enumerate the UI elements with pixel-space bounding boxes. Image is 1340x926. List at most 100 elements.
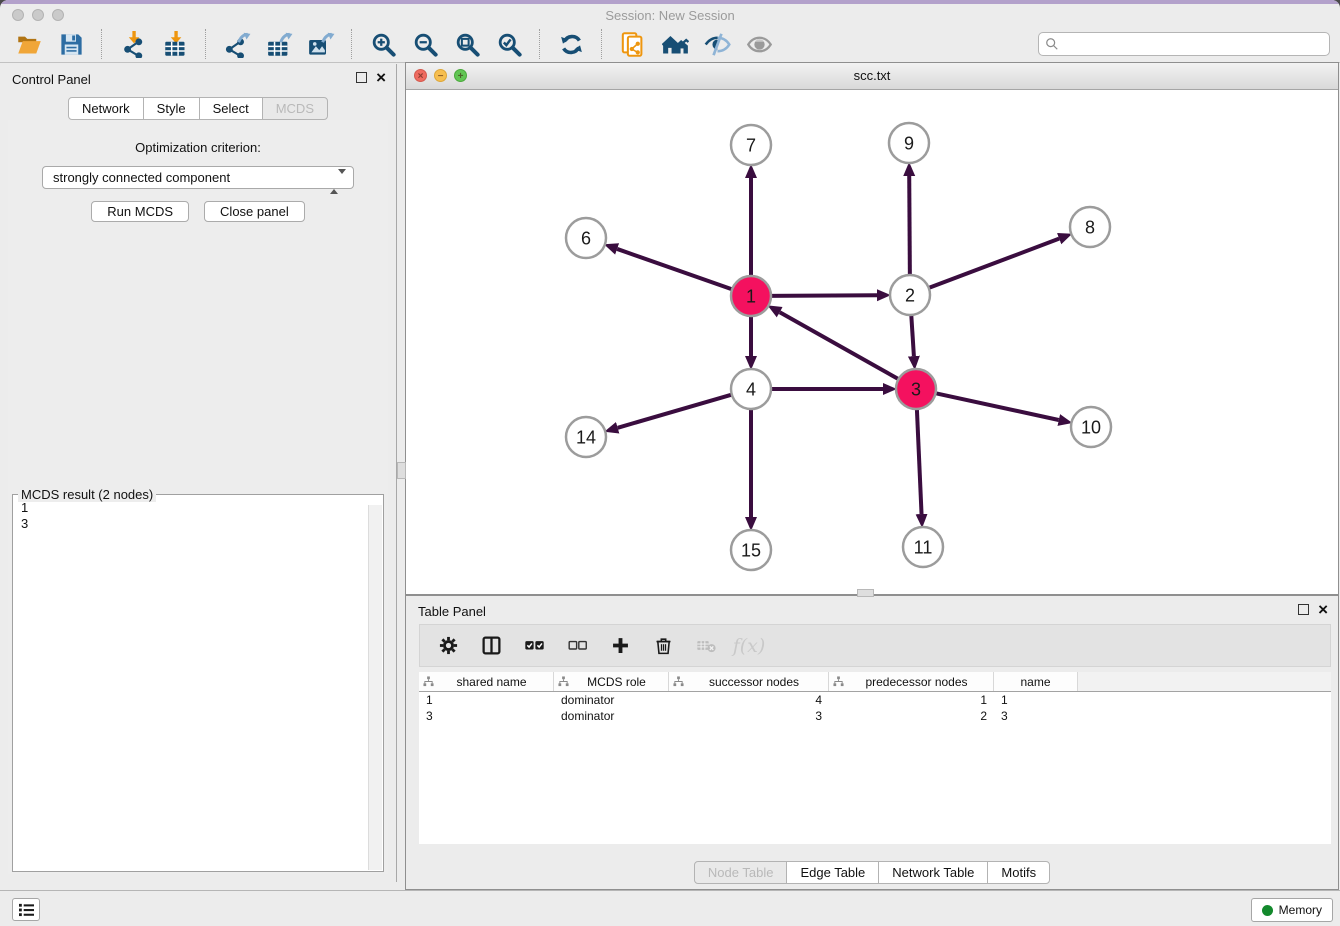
edge-3-1[interactable] — [780, 312, 901, 380]
column-header-name[interactable]: name — [994, 672, 1078, 691]
graph-node-7[interactable]: 7 — [731, 125, 771, 165]
table-toolbar: f(x) — [419, 624, 1331, 667]
result-scrollbar[interactable] — [368, 505, 382, 870]
memory-button[interactable]: Memory — [1251, 898, 1333, 922]
gear-icon[interactable] — [437, 635, 459, 657]
horizontal-splitter-handle[interactable] — [857, 589, 874, 597]
graph-node-15[interactable]: 15 — [731, 530, 771, 570]
edge-1-2[interactable] — [769, 295, 877, 296]
svg-text:2: 2 — [905, 285, 915, 305]
search-input[interactable] — [1059, 36, 1323, 53]
network-minimize-icon[interactable]: − — [434, 69, 447, 82]
cell-successor-nodes: 4 — [669, 693, 829, 707]
network-canvas[interactable]: 7 9 6 8 1 2 4 3 14 10 15 11 — [406, 89, 1338, 594]
graph-node-2[interactable]: 2 — [890, 275, 930, 315]
table-row[interactable]: 1dominator411 — [419, 692, 1331, 708]
tab-network-table[interactable]: Network Table — [878, 861, 988, 884]
toolbar-separator — [539, 29, 541, 59]
svg-text:11: 11 — [914, 537, 933, 557]
graph-node-10[interactable]: 10 — [1071, 407, 1111, 447]
clone-network-icon[interactable] — [618, 29, 648, 59]
svg-text:7: 7 — [746, 135, 756, 155]
column-header-MCDS-role[interactable]: MCDS role — [554, 672, 669, 691]
tab-network[interactable]: Network — [68, 97, 144, 120]
column-header-shared-name[interactable]: shared name — [419, 672, 554, 691]
tab-style[interactable]: Style — [143, 97, 200, 120]
edge-2-8[interactable] — [927, 239, 1059, 289]
toolbar-separator — [351, 29, 353, 59]
cell-predecessor-nodes: 1 — [829, 693, 994, 707]
close-panel-button[interactable]: Close panel — [204, 201, 305, 222]
delete-columns-icon[interactable] — [652, 635, 674, 657]
zoom-selected-icon[interactable] — [494, 29, 524, 59]
graph-node-11[interactable]: 11 — [903, 527, 943, 567]
graph-node-1[interactable]: 1 — [731, 276, 771, 316]
import-network-icon[interactable] — [118, 29, 148, 59]
select-all-columns-icon[interactable] — [523, 635, 545, 657]
zoom-fit-icon[interactable] — [452, 29, 482, 59]
edge-4-14[interactable] — [618, 394, 734, 428]
home-icon[interactable] — [660, 29, 690, 59]
svg-text:10: 10 — [1081, 417, 1101, 437]
table-row[interactable]: 3dominator323 — [419, 708, 1331, 724]
graph-node-4[interactable]: 4 — [731, 369, 771, 409]
vertical-splitter-handle[interactable] — [397, 462, 406, 479]
run-mcds-button[interactable]: Run MCDS — [91, 201, 189, 222]
optimization-criterion-select[interactable]: strongly connected component — [42, 166, 354, 189]
mcds-tab-content: Optimization criterion: strongly connect… — [8, 120, 388, 874]
save-session-icon[interactable] — [56, 29, 86, 59]
close-panel-icon[interactable]: × — [376, 72, 386, 83]
export-network-icon[interactable] — [222, 29, 252, 59]
eye-icon — [744, 29, 774, 59]
network-close-icon[interactable]: × — [414, 69, 427, 82]
control-panel-tabs: NetworkStyleSelectMCDS — [0, 97, 396, 120]
export-table-icon[interactable] — [264, 29, 294, 59]
edge-1-6[interactable] — [617, 249, 734, 290]
tab-edge-table[interactable]: Edge Table — [786, 861, 879, 884]
edge-2-9[interactable] — [909, 176, 910, 277]
tab-mcds[interactable]: MCDS — [262, 97, 328, 120]
zoom-in-icon[interactable] — [368, 29, 398, 59]
tab-node-table[interactable]: Node Table — [694, 861, 788, 884]
graph-node-3[interactable]: 3 — [896, 369, 936, 409]
add-column-icon[interactable] — [609, 635, 631, 657]
column-header-successor-nodes[interactable]: successor nodes — [669, 672, 829, 691]
graph-node-14[interactable]: 14 — [566, 417, 606, 457]
show-panels-list-button[interactable] — [12, 898, 40, 921]
list-icon — [18, 902, 35, 917]
svg-text:14: 14 — [576, 427, 596, 447]
cell-name: 1 — [994, 693, 1078, 707]
table-panel: Table Panel × f(x) shared nameMCDS roles… — [405, 595, 1339, 890]
table-body: 1dominator4113dominator323 — [419, 692, 1331, 724]
network-maximize-icon[interactable]: + — [454, 69, 467, 82]
import-table-icon[interactable] — [160, 29, 190, 59]
column-header-predecessor-nodes[interactable]: predecessor nodes — [829, 672, 994, 691]
open-file-icon[interactable] — [14, 29, 44, 59]
toolbar-separator — [205, 29, 207, 59]
zoom-out-icon[interactable] — [410, 29, 440, 59]
graph-node-9[interactable]: 9 — [889, 123, 929, 163]
hide-graphics-details-icon[interactable] — [702, 29, 732, 59]
graph-node-8[interactable]: 8 — [1070, 207, 1110, 247]
mcds-result-box: MCDS result (2 nodes) 13 — [12, 494, 384, 872]
export-image-icon[interactable] — [306, 29, 336, 59]
tab-select[interactable]: Select — [199, 97, 263, 120]
edge-3-10[interactable] — [934, 393, 1059, 420]
float-panel-icon[interactable] — [356, 72, 367, 83]
close-table-panel-icon[interactable]: × — [1318, 604, 1328, 615]
search-box[interactable] — [1038, 32, 1330, 56]
cell-shared-name: 3 — [419, 709, 554, 723]
function-icon: f(x) — [738, 635, 760, 657]
split-columns-icon[interactable] — [480, 635, 502, 657]
float-table-panel-icon[interactable] — [1298, 604, 1309, 615]
network-window-titlebar[interactable]: × − + scc.txt — [406, 63, 1338, 90]
main-toolbar — [0, 26, 1340, 63]
edge-3-11[interactable] — [917, 407, 922, 514]
edge-2-3[interactable] — [911, 313, 914, 356]
network-view-window: × − + scc.txt 7 9 6 8 1 2 4 3 14 10 15 11 — [405, 62, 1339, 595]
tab-motifs[interactable]: Motifs — [987, 861, 1050, 884]
cell-successor-nodes: 3 — [669, 709, 829, 723]
unselect-all-columns-icon[interactable] — [566, 635, 588, 657]
refresh-layout-icon[interactable] — [556, 29, 586, 59]
graph-node-6[interactable]: 6 — [566, 218, 606, 258]
